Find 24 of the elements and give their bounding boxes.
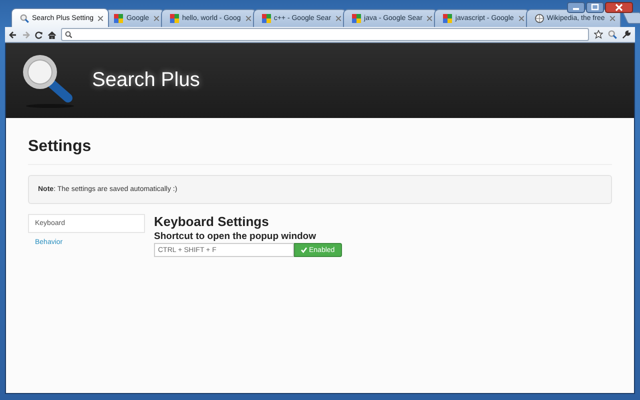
home-icon[interactable] <box>48 30 56 38</box>
reload-icon[interactable] <box>35 30 43 38</box>
section-heading: Keyboard Settings <box>154 214 270 229</box>
star-icon[interactable] <box>594 30 603 39</box>
google-favicon-icon <box>352 14 362 23</box>
maximize-icon[interactable] <box>586 2 604 13</box>
page-heading: Settings <box>28 138 612 165</box>
app-title: Search Plus <box>92 69 200 92</box>
globe-icon <box>534 14 544 23</box>
new-tab-button[interactable] <box>622 12 640 24</box>
magnifier-icon <box>20 14 29 22</box>
back-icon[interactable] <box>9 30 17 38</box>
search-icon <box>65 31 72 38</box>
magnifier-icon[interactable] <box>608 30 617 39</box>
close-icon[interactable] <box>605 2 633 13</box>
minimize-icon[interactable] <box>567 2 585 13</box>
google-favicon-icon <box>170 14 180 23</box>
google-favicon-icon <box>114 14 124 23</box>
google-favicon-icon <box>443 14 452 23</box>
google-favicon-icon <box>262 14 271 23</box>
check-icon <box>301 247 307 253</box>
field-label: Shortcut to open the popup window <box>154 231 318 242</box>
close-icon[interactable] <box>98 16 104 20</box>
wrench-icon[interactable] <box>622 30 631 39</box>
